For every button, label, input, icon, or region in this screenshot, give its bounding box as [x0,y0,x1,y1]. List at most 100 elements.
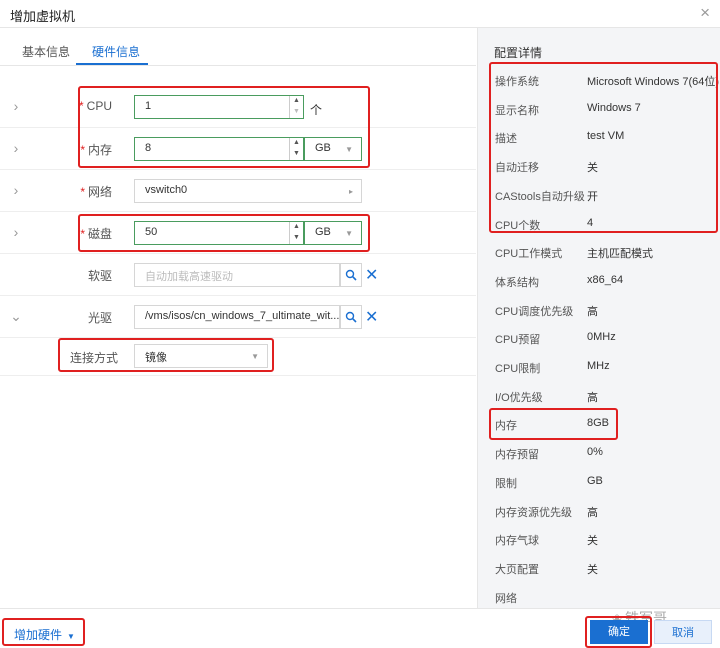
config-detail-key: CPU个数 [495,219,541,232]
config-detail-key: CPU工作模式 [495,248,563,261]
memory-stepper[interactable]: ▲ ▼ [289,138,303,160]
config-detail-row: 自动迁移 关 [478,151,720,179]
search-icon [345,311,357,323]
config-detail-value: Microsoft Windows 7(64位) [587,76,720,88]
disk-unit-select[interactable]: GB ▼ [304,221,362,245]
config-detail-row: 内存预留 0% [478,438,720,466]
config-detail-key: 显示名称 [495,104,539,117]
clear-cdrom-icon[interactable]: ✕ [365,307,378,327]
cpu-label: * CPU [78,99,112,113]
config-detail-value: 关 [587,162,598,175]
config-detail-row: I/O优先级 高 [478,381,720,409]
config-detail-value: 4 [587,216,594,229]
floppy-browse-button[interactable] [340,263,362,287]
hardware-row-floppy: 软驱 自动加载高速驱动 ✕ [0,254,476,296]
step-up-icon[interactable]: ▲ [290,222,303,233]
config-detail-value: 关 [587,563,598,576]
config-detail-value: 开 [587,190,598,203]
config-detail-key: CPU预留 [495,334,541,347]
config-detail-key: CPU调度优先级 [495,305,574,318]
memory-label: * 内存 [80,143,112,157]
step-up-icon[interactable]: ▲ [290,138,303,149]
disk-size-input[interactable]: 50 ▲ ▼ [134,221,304,245]
confirm-button[interactable]: 确定 [590,620,648,644]
add-hardware-button[interactable]: 增加硬件 ▼ [14,626,75,643]
cpu-unit: 个 [310,103,323,117]
close-icon[interactable]: × [700,3,710,23]
config-detail-row: 限制 GB [478,467,720,495]
tab-basic-info[interactable]: 基本信息 [22,43,70,60]
config-detail-key: CPU限制 [495,363,541,375]
config-detail-value: 0MHz [587,331,616,344]
config-detail-value: MHz [587,360,610,372]
dialog-titlebar: 增加虚拟机 × [0,0,720,28]
connection-mode-label: 连接方式 [70,351,119,365]
config-detail-row: 描述 test VM [478,122,720,150]
cdrom-image-input[interactable]: /vms/isos/cn_windows_7_ultimate_wit... [134,305,340,329]
config-detail-row: 内存 8GB [478,409,720,437]
config-detail-key: 大页配置 [495,563,539,576]
floppy-input[interactable]: 自动加载高速驱动 [134,263,340,287]
config-detail-key: 内存气球 [495,535,539,548]
network-select[interactable]: vswitch0 ▸ [134,179,362,203]
network-label: * 网络 [80,185,112,199]
cdrom-browse-button[interactable] [340,305,362,329]
step-down-icon[interactable]: ▼ [290,233,303,244]
memory-size-input[interactable]: 8 ▲ ▼ [134,137,304,161]
search-icon [345,269,357,281]
config-detail-row: 体系结构 x86_64 [478,266,720,294]
chevron-right-icon[interactable]: › [10,98,22,114]
config-detail-row: CAStools自动升级开 [478,180,720,208]
disk-stepper[interactable]: ▲ ▼ [289,222,303,244]
config-detail-row: CPU调度优先级高 [478,295,720,323]
step-up-icon[interactable]: ▲ [290,96,303,107]
chevron-down-icon: ▼ [251,352,259,361]
chevron-down-icon: ▼ [345,229,353,238]
cpu-count-input[interactable]: 1 ▲ ▼ [134,95,304,119]
chevron-right-icon[interactable]: › [10,224,22,240]
step-down-icon[interactable]: ▼ [290,149,303,160]
config-detail-row: CPU个数 4 [478,209,720,237]
chevron-right-icon: ▸ [348,187,353,196]
config-detail-row: 内存资源优先级 高 [478,496,720,524]
config-detail-value: 主机匹配模式 [587,248,653,261]
floppy-label: 软驱 [87,269,112,283]
hardware-row-network: › * 网络 vswitch0 ▸ [0,170,476,212]
config-detail-value: 8GB [587,417,610,430]
config-detail-value: 高 [587,305,598,318]
caret-down-icon: ▼ [67,632,75,641]
config-detail-value: 关 [587,535,598,548]
clear-floppy-icon[interactable]: ✕ [365,265,378,285]
config-detail-row: 操作系统 Microsoft Windows 7(64位) [478,65,720,93]
config-detail-key: 内存预留 [495,449,539,462]
config-detail-row: 内存气球 关 [478,524,720,552]
config-detail-row: 显示名称 Windows 7 [478,94,720,122]
dialog-title: 增加虚拟机 [10,9,76,24]
config-detail-value: 高 [587,506,598,519]
memory-unit-select[interactable]: GB ▼ [304,137,362,161]
hardware-row-cdrom: ⌄ 光驱 /vms/isos/cn_windows_7_ultimate_wit… [0,296,476,338]
cdrom-connection-row: 连接方式 镜像 ▼ [0,336,476,376]
connection-mode-select[interactable]: 镜像 ▼ [134,344,268,368]
disk-label: * 磁盘 [80,227,112,241]
config-detail-key: 内存 [495,420,517,433]
config-detail-row: 网络 [478,582,720,608]
cpu-stepper[interactable]: ▲ ▼ [289,96,303,118]
config-detail-key: I/O优先级 [495,391,543,404]
config-detail-key: 自动迁移 [495,162,539,175]
config-detail-value: test VM [587,130,625,143]
config-detail-key: 限制 [495,477,517,490]
config-detail-key: 操作系统 [495,76,539,88]
step-down-icon[interactable]: ▼ [290,107,303,118]
config-detail-key: 内存资源优先级 [495,506,572,519]
config-detail-value: x86_64 [587,273,624,286]
chevron-right-icon[interactable]: › [10,140,22,156]
config-detail-key: CAStools自动升级 [495,190,585,203]
hardware-row-disk: › * 磁盘 50 ▲ ▼ GB ▼ [0,212,476,254]
config-detail-row: CPU预留 0MHz [478,323,720,351]
chevron-down-icon[interactable]: ⌄ [10,308,22,325]
chevron-right-icon[interactable]: › [10,182,22,198]
cancel-button[interactable]: 取消 [654,620,712,644]
config-detail-value: Windows 7 [587,101,641,114]
tab-hardware-info[interactable]: 硬件信息 [92,43,140,60]
